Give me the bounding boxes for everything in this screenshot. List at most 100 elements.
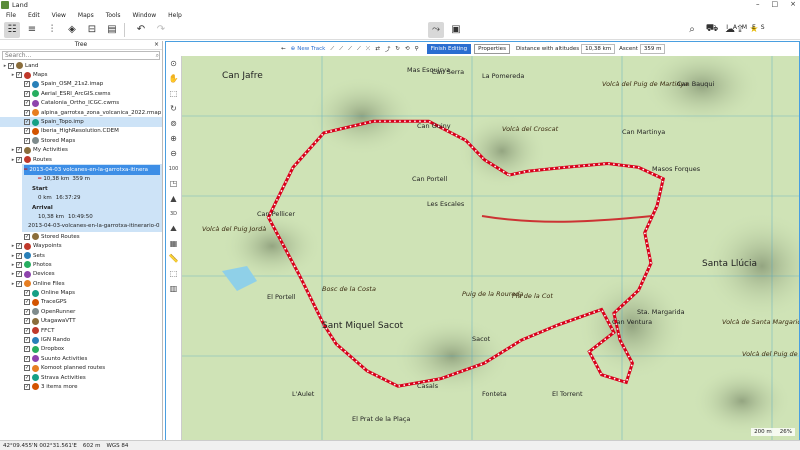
tree-item[interactable]: ✓ Aerial_ESRI_ArcGIS.cwms <box>0 89 162 98</box>
zoom-level[interactable]: 26% <box>780 429 792 435</box>
loop-icon[interactable]: ↻ <box>395 46 400 52</box>
route-edit-icon[interactable]: ⤳ <box>428 21 444 38</box>
tree-item[interactable]: ✓ Iberia_HighResolution.CDEM <box>0 127 162 136</box>
zoom-out-icon[interactable]: ⊖ <box>166 146 181 161</box>
tree-item[interactable]: ✓ Online Maps <box>0 288 162 297</box>
visibility-checkbox[interactable]: ✓ <box>24 308 30 315</box>
visibility-checkbox[interactable]: ✓ <box>24 327 30 334</box>
tree-item[interactable]: ✓ Stored Maps <box>0 136 162 145</box>
rotate-icon[interactable]: ↻ <box>166 101 181 116</box>
user-name[interactable]: I A M E S <box>726 24 766 31</box>
route-name[interactable]: ━ 2013-04-03 volcanes-en-la-garrotxa-itin… <box>24 165 160 175</box>
visibility-checkbox[interactable]: ✓ <box>16 72 22 79</box>
tree-item[interactable]: ✓ FFCT <box>0 326 162 335</box>
visibility-checkbox[interactable]: ✓ <box>24 299 30 306</box>
visibility-checkbox[interactable]: ✓ <box>24 318 30 325</box>
properties-button[interactable]: Properties <box>474 44 510 54</box>
visibility-checkbox[interactable]: ✓ <box>16 243 22 250</box>
tree-item[interactable]: ✓ Stored Routes <box>0 232 162 241</box>
visibility-checkbox[interactable]: ✓ <box>24 100 30 107</box>
cart-icon[interactable]: ⛟ <box>704 22 720 38</box>
map-canvas[interactable]: Can Jafre Mas Esquirya La Pomereda Volcà de… <box>182 56 799 440</box>
draw-line-icon[interactable]: ⟋ <box>330 46 334 53</box>
visibility-checkbox[interactable]: ✓ <box>24 137 30 144</box>
visibility-checkbox[interactable]: ✓ <box>16 271 22 278</box>
tree-item[interactable]: ▸ ✓ Waypoints <box>0 241 162 250</box>
compass-icon[interactable]: ⊚ <box>166 116 181 131</box>
visibility-checkbox[interactable]: ✓ <box>16 261 22 268</box>
topographic-map[interactable]: Can JafreMas EsquiryaLa PomeredaVolcà de… <box>182 56 799 440</box>
visibility-checkbox[interactable]: ✓ <box>24 290 30 297</box>
zoom-in-icon[interactable]: ⊕ <box>166 131 181 146</box>
tree-item[interactable]: ✓ Spain_Topo.imp <box>0 117 162 127</box>
tree-item[interactable]: ✓ Catalonia_Ortho_ICGC.cwms <box>0 99 162 108</box>
tree-item[interactable]: ▸ ✓ Sets <box>0 251 162 260</box>
visibility-checkbox[interactable]: ✓ <box>24 90 30 97</box>
tree-item[interactable]: ▸ ✓ Photos <box>0 260 162 269</box>
area-icon[interactable]: ⬚ <box>166 266 181 281</box>
ruler-icon[interactable]: 📏 <box>166 251 181 266</box>
minimize-button[interactable]: – <box>756 0 760 8</box>
tree-item[interactable]: ✓ OpenRunner <box>0 307 162 316</box>
tree-toggle-icon[interactable]: ☷ <box>4 21 20 38</box>
tree-item[interactable]: ▸ ✓ Land <box>0 61 162 70</box>
visibility-checkbox[interactable]: ✓ <box>24 233 30 240</box>
visibility-checkbox[interactable]: ✓ <box>24 355 30 362</box>
tree-close-icon[interactable]: × <box>154 41 159 48</box>
terrain-icon[interactable]: ▲ <box>166 191 181 206</box>
pin-icon[interactable]: ⚲ <box>415 46 419 52</box>
visibility-checkbox[interactable]: ✓ <box>24 337 30 344</box>
visibility-checkbox[interactable]: ✓ <box>24 128 30 135</box>
select-icon[interactable]: ⬚ <box>166 86 181 101</box>
list-icon[interactable]: ≡ <box>24 22 40 38</box>
tree-search-input[interactable]: Search... ⌕ <box>2 51 160 60</box>
split-icon[interactable]: ⟋ <box>348 46 352 53</box>
tree-item[interactable]: ✓ Dropbox <box>0 345 162 354</box>
visibility-checkbox[interactable]: ✓ <box>8 62 14 69</box>
tree-item[interactable]: ✓ alpina_garrotxa_zona_volcanica_2022.rma… <box>0 108 162 117</box>
visibility-checkbox[interactable]: ✓ <box>24 81 30 88</box>
selected-route[interactable]: ━ 2013-04-03 volcanes-en-la-garrotxa-itin… <box>22 164 162 233</box>
visibility-checkbox[interactable]: ✓ <box>16 252 22 259</box>
menu-view[interactable]: View <box>52 12 66 19</box>
hand-icon[interactable]: ✋ <box>166 71 181 86</box>
menu-maps[interactable]: Maps <box>78 12 94 19</box>
tree-item[interactable]: ✓ Spain_OSM_21s2.imap <box>0 80 162 89</box>
maximize-button[interactable]: □ <box>772 0 779 8</box>
visibility-checkbox[interactable]: ✓ <box>16 280 22 287</box>
undo-icon[interactable]: ↶ <box>133 22 149 38</box>
tree-item[interactable]: ▸ ✓ Routes <box>0 155 162 164</box>
new-track-icon[interactable]: ⊕ <box>291 46 296 52</box>
device-icon[interactable]: ▣ <box>448 22 464 38</box>
route-file[interactable]: 2013-04-03-volcanes-en-la-garrotxa-itine… <box>24 222 160 231</box>
target-icon[interactable]: ⊙ <box>166 56 181 71</box>
search-icon[interactable]: ⌕ <box>684 22 700 38</box>
zoom-100-icon[interactable]: 100 <box>166 161 181 176</box>
tree-item[interactable]: ✓ IGN Rando <box>0 335 162 344</box>
menu-tools[interactable]: Tools <box>106 12 121 19</box>
3d-icon[interactable]: 3D <box>166 206 181 221</box>
reverse-icon[interactable]: ⇄ <box>375 46 380 52</box>
delete-point-icon[interactable]: ⤫ <box>366 46 370 53</box>
visibility-checkbox[interactable]: ✓ <box>24 383 30 390</box>
tree-item[interactable]: ▸ ✓ Online Files <box>0 279 162 288</box>
join-icon[interactable]: ⟋ <box>357 46 361 53</box>
back-arrow-icon[interactable]: ← <box>281 46 286 52</box>
tree-item[interactable]: ✓ TraceGPS <box>0 298 162 307</box>
layers-icon[interactable]: ▦ <box>166 236 181 251</box>
tree-item[interactable]: ✓ Komoot planned routes <box>0 364 162 373</box>
visibility-checkbox[interactable]: ✓ <box>24 346 30 353</box>
tree-item[interactable]: ✓ UtagawaVTT <box>0 317 162 326</box>
tree-item[interactable]: ▸ ✓ Devices <box>0 270 162 279</box>
tree-item[interactable]: ✓ Suunto Activities <box>0 354 162 363</box>
close-button[interactable]: × <box>790 0 796 8</box>
menu-help[interactable]: Help <box>168 12 182 19</box>
tree-item[interactable]: ✓ 3 items more <box>0 382 162 391</box>
visibility-checkbox[interactable]: ✓ <box>24 365 30 372</box>
draw-segment-icon[interactable]: ⟋ <box>339 46 343 53</box>
tree-item[interactable]: ▸ ✓ Maps <box>0 70 162 79</box>
print-icon[interactable]: ▥ <box>166 281 181 296</box>
palette-icon[interactable]: ▤ <box>104 22 120 38</box>
profile-icon[interactable]: ⛰ <box>166 221 181 236</box>
layers-icon[interactable]: ◈ <box>64 22 80 38</box>
